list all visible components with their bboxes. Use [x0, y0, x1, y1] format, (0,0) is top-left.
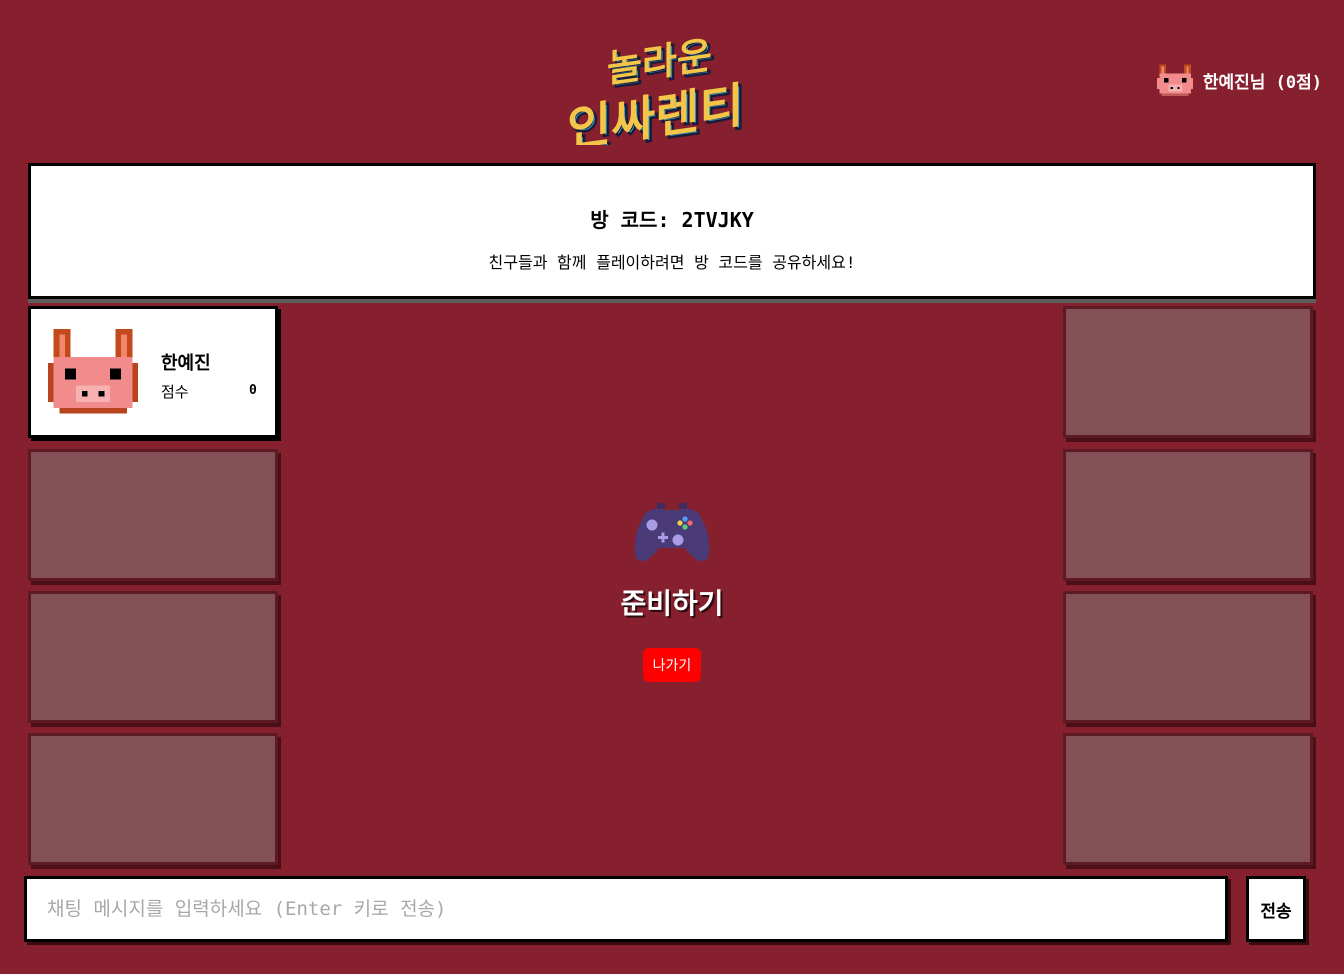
send-button[interactable]: 전송	[1246, 876, 1306, 942]
ready-title: 준비하기	[620, 587, 724, 620]
gamepad-icon	[634, 503, 710, 562]
room-code: 방 코드: 2TVJKY	[590, 208, 754, 232]
empty-player-slot	[28, 449, 278, 581]
score-value: 0	[249, 383, 257, 398]
empty-player-slot	[28, 591, 278, 723]
empty-player-slot	[1063, 449, 1313, 581]
chat-input[interactable]	[24, 876, 1228, 942]
score-label: 점수	[161, 383, 189, 401]
pig-icon	[1156, 64, 1193, 96]
empty-player-slot	[28, 733, 278, 865]
empty-player-slot	[1063, 591, 1313, 723]
room-code-panel: 방 코드: 2TVJKY 친구들과 함께 플레이하려면 방 코드를 공유하세요!	[28, 163, 1316, 299]
player-slot: 한예진 점수 0	[28, 306, 278, 438]
user-info: 한예진님 (0점)	[1156, 62, 1322, 98]
user-label: 한예진님 (0점)	[1202, 72, 1322, 93]
pig-icon	[48, 329, 138, 414]
player-name: 한예진	[161, 353, 211, 374]
game-logo: 놀라운 놀라운 인싸렌티 인싸렌티	[567, 34, 747, 145]
empty-player-slot	[1063, 733, 1313, 865]
empty-player-slot	[1063, 306, 1313, 438]
ready-area: 준비하기 나가기	[570, 500, 774, 682]
room-hint: 친구들과 함께 플레이하려면 방 코드를 공유하세요!	[488, 253, 856, 272]
leave-button[interactable]: 나가기	[642, 648, 702, 682]
